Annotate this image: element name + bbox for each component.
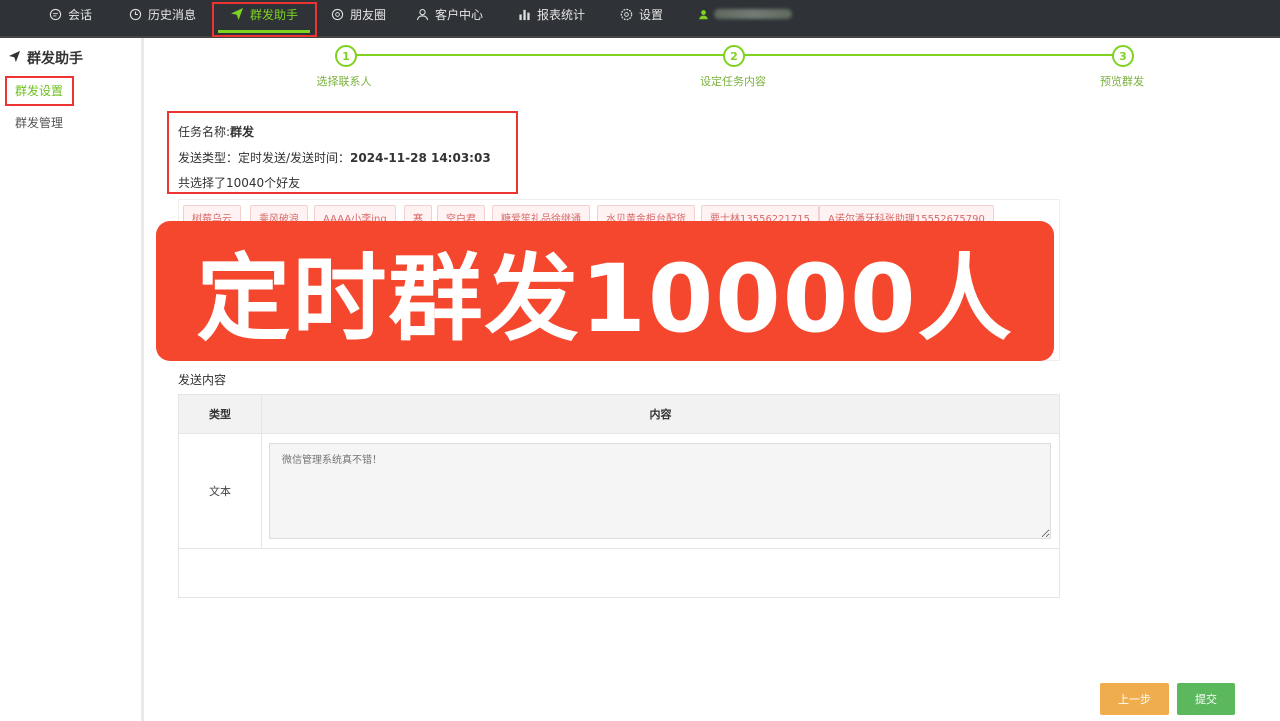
nav-item-history[interactable]: 历史消息	[128, 0, 196, 28]
step-2-circle: 2	[723, 45, 745, 67]
aperture-icon	[330, 7, 344, 21]
step-1-label: 选择联系人	[316, 75, 372, 88]
sidebar-title-text: 群发助手	[27, 51, 83, 67]
user-avatar-icon	[696, 7, 710, 21]
task-name-label: 任务名称:	[178, 125, 231, 139]
nav-item-moments[interactable]: 朋友圈	[330, 0, 386, 28]
highlight-box-sidebar	[5, 76, 74, 106]
task-send-type: 发送类型：定时发送/发送时间：2024-11-28 14:03:03	[178, 149, 491, 166]
nav-label-chat: 会话	[68, 7, 93, 22]
sidebar: 群发助手 群发设置 群发管理	[0, 38, 144, 721]
previous-step-button[interactable]: 上一步	[1100, 683, 1169, 715]
row-type-cell: 文本	[209, 485, 231, 498]
column-divider	[261, 395, 262, 549]
task-send-time: 2024-11-28 14:03:03	[350, 151, 491, 165]
highlight-box-nav	[212, 2, 317, 37]
nav-label-customers: 客户中心	[435, 7, 484, 22]
sidebar-title: 群发助手	[8, 48, 83, 68]
paper-plane-icon	[8, 50, 21, 67]
message-content-input[interactable]	[269, 443, 1051, 539]
task-name-value: 群发	[230, 125, 255, 139]
clock-icon	[128, 7, 142, 21]
row-divider	[179, 548, 1059, 549]
nav-item-customers[interactable]: 客户中心	[415, 0, 483, 28]
nav-label-history: 历史消息	[148, 7, 197, 22]
task-name: 任务名称:群发	[178, 123, 254, 140]
task-type-label: 发送类型：定时发送/发送时间：	[178, 151, 351, 165]
user-icon	[415, 7, 429, 21]
gear-icon	[619, 7, 633, 21]
submit-button[interactable]: 提交	[1177, 683, 1235, 715]
chat-icon	[48, 7, 62, 21]
nav-item-settings[interactable]: 设置	[619, 0, 663, 28]
nav-label-settings: 设置	[639, 7, 664, 22]
nav-item-reports[interactable]: 报表统计	[517, 0, 585, 28]
overlay-banner: 定时群发10000人	[156, 221, 1054, 361]
step-3-circle: 3	[1112, 45, 1134, 67]
step-2-label: 设定任务内容	[700, 75, 766, 88]
nav-item-chat[interactable]: 会话	[48, 0, 92, 28]
content-table: 类型 内容 文本	[178, 394, 1060, 598]
task-selected-count: 共选择了10040个好友	[178, 176, 301, 190]
step-1-circle: 1	[335, 45, 357, 67]
step-3-label: 预览群发	[1100, 75, 1144, 88]
column-header-type: 类型	[179, 395, 261, 434]
nav-label-reports: 报表统计	[537, 7, 586, 22]
sidebar-item-mass-send-management[interactable]: 群发管理	[15, 114, 63, 131]
banner-text: 定时群发10000人	[196, 245, 1014, 354]
account-menu[interactable]	[696, 0, 710, 28]
top-navigation-bar: 会话 历史消息 群发助手 朋友圈 客户中心 报表统计 设置	[0, 0, 1280, 38]
nav-label-moments: 朋友圈	[350, 7, 387, 22]
column-header-content: 内容	[262, 395, 1059, 434]
blurred-username	[714, 9, 792, 19]
send-content-title: 发送内容	[178, 373, 227, 387]
bar-chart-icon	[517, 7, 531, 21]
